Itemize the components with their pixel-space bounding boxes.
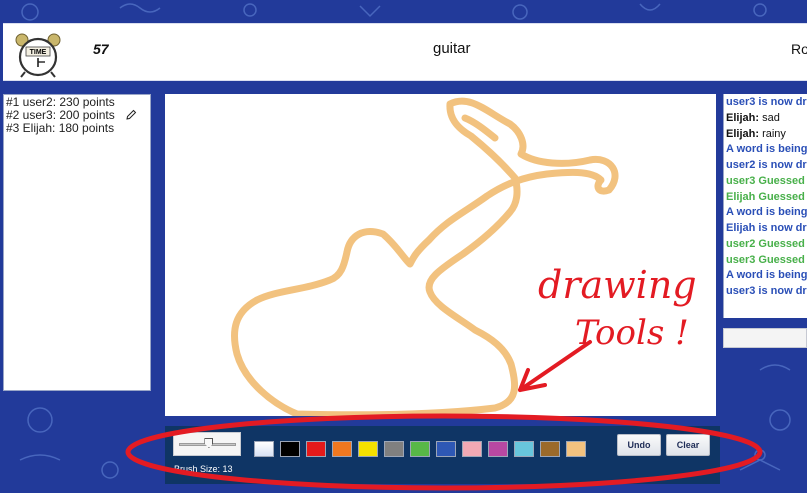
brush-size-slider[interactable]: [173, 432, 241, 456]
chat-message: user3 Guessed t: [726, 253, 807, 266]
chat-message: Elijah Guessed t: [726, 190, 807, 203]
chat-author: Elijah:: [726, 111, 760, 124]
color-swatch[interactable]: [540, 441, 560, 457]
chat-message: A word is being: [726, 206, 807, 219]
current-word: guitar: [433, 40, 471, 57]
timer-value: 57: [93, 41, 109, 57]
color-swatch[interactable]: [410, 441, 430, 457]
color-swatch[interactable]: [358, 441, 378, 457]
undo-button[interactable]: Undo: [617, 434, 661, 456]
chat-message: user3 is now dr: [726, 285, 807, 297]
chat-message: A word is being: [726, 143, 807, 156]
scoreboard: #1 user2: 230 points #2 user3: 200 point…: [3, 94, 151, 391]
chat-message: user3 Guessed t: [726, 174, 807, 187]
color-swatch[interactable]: [280, 441, 300, 457]
round-label: Ro: [791, 41, 807, 57]
drawing-toolbar: Brush Size: 13 Undo Clear: [165, 426, 720, 484]
score-row: #3 Elijah: 180 points: [6, 122, 148, 135]
chat-message: user3 is now dr: [726, 96, 807, 108]
chat-message: Elijah: rainy: [724, 127, 807, 143]
slider-thumb[interactable]: [204, 438, 214, 448]
clear-button[interactable]: Clear: [666, 434, 710, 456]
drawing-canvas[interactable]: [165, 94, 716, 416]
color-swatch[interactable]: [514, 441, 534, 457]
alarm-clock-icon: TIME: [15, 33, 61, 78]
chat-message: Elijah is now dr: [726, 222, 807, 234]
color-swatch[interactable]: [462, 441, 482, 457]
chat-input[interactable]: [723, 328, 807, 348]
color-swatch[interactable]: [306, 441, 326, 457]
brush-size-label: Brush Size: 13: [174, 464, 233, 474]
color-swatch[interactable]: [488, 441, 508, 457]
chat-message: Elijah: sad: [724, 111, 807, 127]
chat-message: user2 is now dr: [726, 159, 807, 171]
pencil-icon: [126, 109, 137, 120]
chat-author: Elijah:: [726, 127, 760, 140]
color-swatch[interactable]: [384, 441, 404, 457]
chat-text: sad: [759, 111, 780, 124]
color-swatch[interactable]: [566, 441, 586, 457]
color-swatch[interactable]: [332, 441, 352, 457]
chat-message: user2 Guessed t: [726, 237, 807, 250]
color-swatch[interactable]: [436, 441, 456, 457]
game-header: TIME 57 guitar Ro: [3, 23, 807, 81]
guitar-stroke: [231, 97, 619, 416]
chat-log[interactable]: user3 is now dr Elijah: sad Elijah: rain…: [723, 94, 807, 318]
clock-label: TIME: [30, 49, 47, 56]
score-text: #3 Elijah: 180 points: [6, 121, 115, 135]
color-swatch[interactable]: [254, 441, 274, 457]
score-text: #1 user2: 230 points: [6, 95, 115, 109]
chat-message: A word is being: [726, 269, 807, 282]
chat-text: rainy: [759, 127, 786, 140]
score-text: #2 user3: 200 points: [6, 108, 115, 122]
